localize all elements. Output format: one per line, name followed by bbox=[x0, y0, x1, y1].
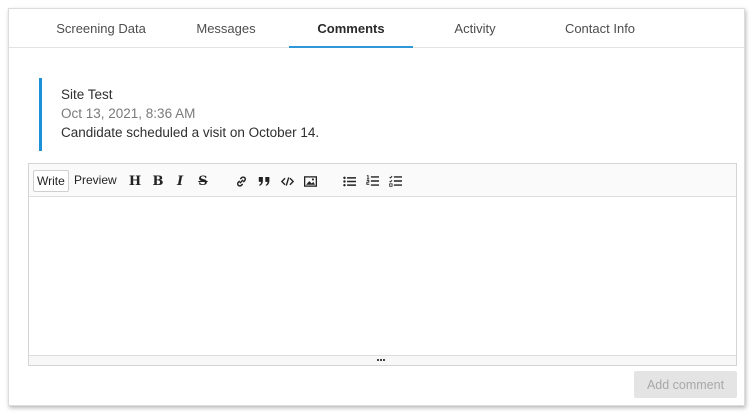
tab-bar: Screening Data Messages Comments Activit… bbox=[9, 9, 744, 48]
tab-activity[interactable]: Activity bbox=[429, 9, 521, 48]
editor-resize-handle[interactable] bbox=[29, 355, 736, 365]
bold-icon[interactable]: B bbox=[150, 173, 166, 189]
comment-timestamp: Oct 13, 2021, 8:36 AM bbox=[61, 106, 196, 121]
comment-author: Site Test bbox=[61, 87, 113, 102]
bullet-list-icon[interactable] bbox=[341, 173, 357, 189]
comments-panel: Screening Data Messages Comments Activit… bbox=[8, 8, 745, 406]
add-comment-button[interactable]: Add comment bbox=[634, 371, 737, 398]
quote-icon[interactable] bbox=[256, 173, 272, 189]
numbered-list-icon[interactable] bbox=[364, 173, 380, 189]
write-tab[interactable]: Write bbox=[33, 170, 69, 192]
comment-text: Candidate scheduled a visit on October 1… bbox=[61, 125, 320, 140]
code-icon[interactable] bbox=[279, 173, 295, 189]
tab-comments[interactable]: Comments bbox=[289, 9, 413, 48]
comment-entry: Site Test Oct 13, 2021, 8:36 AM Candidat… bbox=[39, 78, 439, 151]
tab-contact-info[interactable]: Contact Info bbox=[549, 9, 651, 48]
comment-input[interactable] bbox=[29, 197, 736, 355]
link-icon[interactable] bbox=[233, 173, 249, 189]
comment-editor: Write Preview H B I S bbox=[28, 163, 737, 366]
task-list-icon[interactable] bbox=[387, 173, 403, 189]
tab-messages[interactable]: Messages bbox=[179, 9, 273, 48]
editor-toolbar: Write Preview H B I S bbox=[29, 164, 736, 197]
tab-screening-data[interactable]: Screening Data bbox=[47, 9, 155, 48]
italic-icon[interactable]: I bbox=[172, 173, 188, 189]
strikethrough-icon[interactable]: S bbox=[195, 173, 211, 189]
heading-icon[interactable]: H bbox=[127, 173, 143, 189]
image-icon[interactable] bbox=[302, 173, 318, 189]
preview-tab[interactable]: Preview bbox=[71, 170, 120, 192]
resize-grip-icon bbox=[377, 359, 385, 363]
